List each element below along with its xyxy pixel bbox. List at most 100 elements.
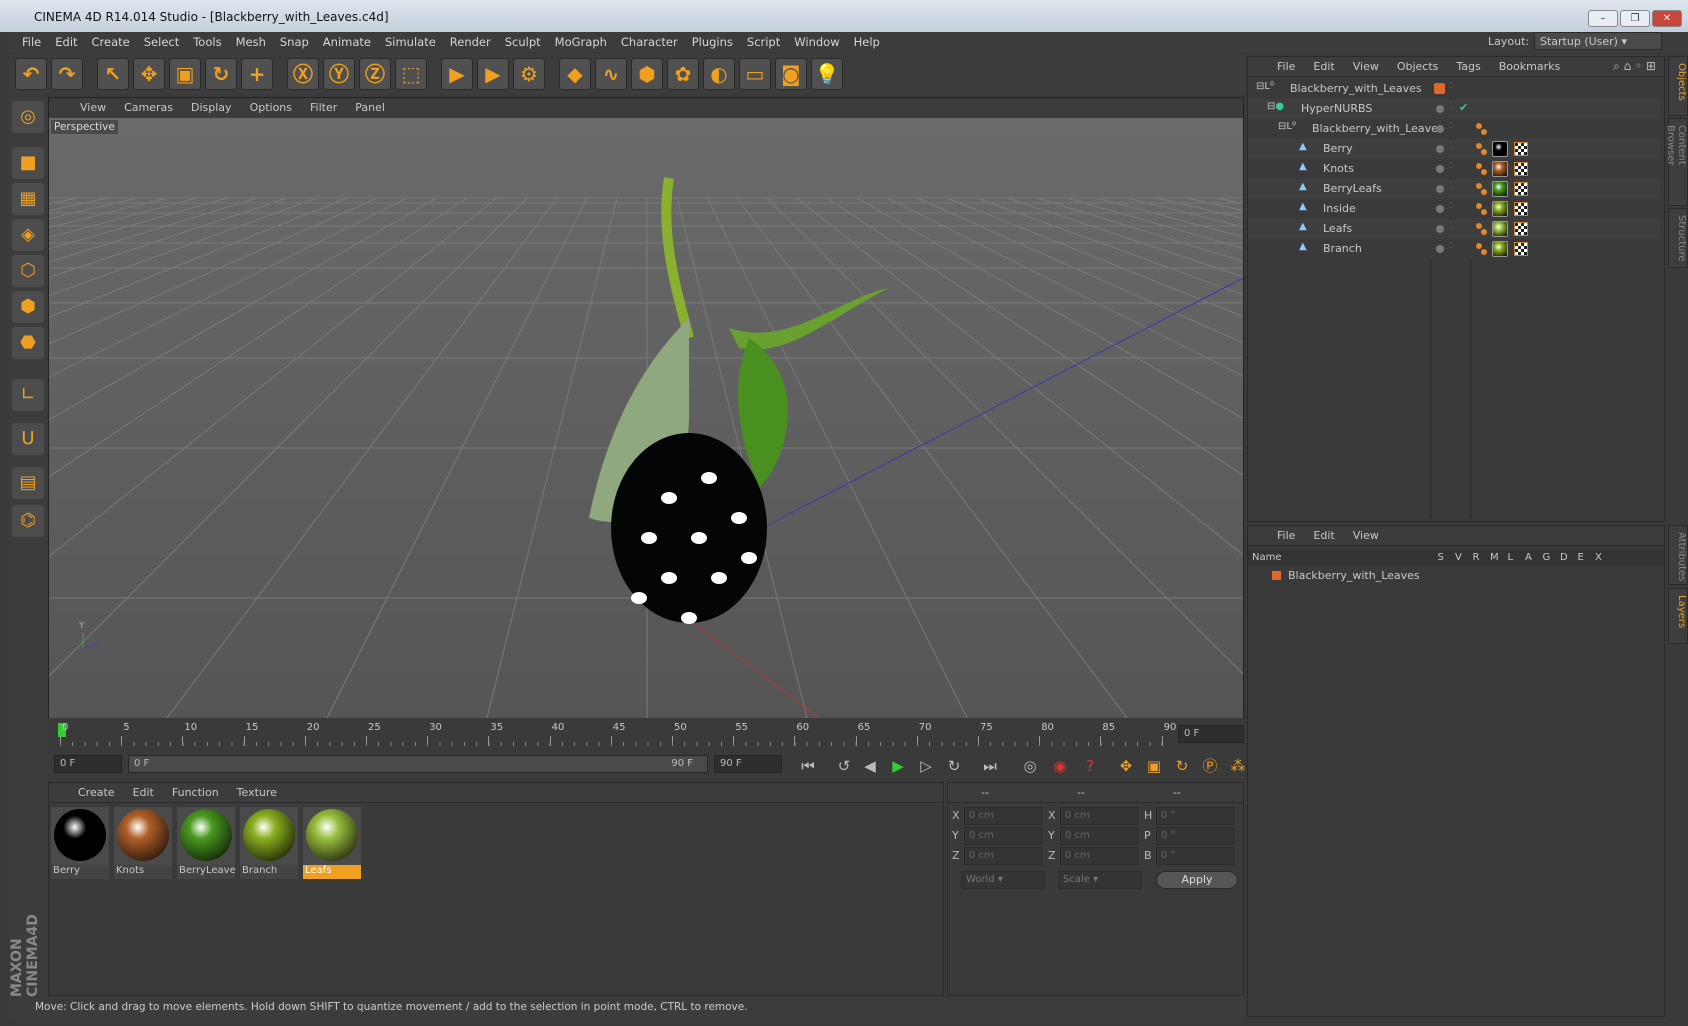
menu-simulate[interactable]: Simulate	[378, 32, 443, 52]
phong-tag-icon[interactable]	[1476, 123, 1482, 129]
render-dot[interactable]: ⁚	[1450, 201, 1453, 210]
material-menu-function[interactable]: Function	[163, 783, 228, 802]
material-knots[interactable]: Knots	[114, 807, 172, 879]
lock-workplane-icon[interactable]: ▤	[12, 467, 44, 499]
menu-edit[interactable]: Edit	[48, 32, 84, 52]
apply-button[interactable]: Apply	[1156, 871, 1238, 889]
object-row[interactable]: ▲ Leafs ⁚	[1248, 219, 1660, 239]
object-row[interactable]: ▲ Berry ⁚	[1248, 139, 1660, 159]
close-button[interactable]: ✕	[1652, 10, 1682, 27]
coord-field-z[interactable]: 0 cm	[964, 847, 1042, 865]
current-frame-field[interactable]: 0 F	[1178, 725, 1244, 743]
render-dot[interactable]: ⁚	[1450, 161, 1453, 170]
light-icon[interactable]: 💡	[811, 58, 843, 90]
play-icon[interactable]: ▶	[886, 755, 910, 777]
object-row[interactable]: ▲ Branch ⁚	[1248, 239, 1660, 259]
phong-tag-icon[interactable]	[1476, 163, 1482, 169]
model-mode-icon[interactable]: ■	[12, 147, 44, 179]
goto-start-icon[interactable]: ⏮	[796, 755, 820, 777]
object-menu-bookmarks[interactable]: Bookmarks	[1490, 57, 1569, 76]
keyframe-selection-icon[interactable]: ?	[1078, 755, 1102, 777]
layer-color-tag[interactable]	[1434, 83, 1445, 94]
phong-tag-icon[interactable]	[1476, 203, 1482, 209]
record-keys-icon[interactable]: ◎	[1018, 755, 1042, 777]
uvw-tag-icon[interactable]	[1514, 202, 1528, 216]
coord-system-select[interactable]: World ▾	[961, 871, 1045, 889]
object-row[interactable]: ▲ Inside ⁚	[1248, 199, 1660, 219]
layer-column-e[interactable]: E	[1578, 552, 1584, 563]
camera-icon[interactable]: ◙	[775, 58, 807, 90]
material-tag-icon[interactable]	[1492, 201, 1508, 217]
material-branch[interactable]: Branch	[240, 807, 298, 879]
viewport-menu-view[interactable]: View	[71, 98, 115, 118]
undo-icon[interactable]: ↶	[15, 58, 47, 90]
layer-column-v[interactable]: V	[1455, 552, 1462, 563]
z-axis-icon[interactable]: Ⓩ	[359, 58, 391, 90]
coord-field-x[interactable]: 0 cm	[1060, 807, 1138, 825]
maximize-button[interactable]: ❐	[1620, 10, 1650, 27]
nurbs-icon[interactable]: ⬢	[631, 58, 663, 90]
phong-tag-icon[interactable]	[1476, 223, 1482, 229]
visibility-dot[interactable]	[1436, 205, 1444, 213]
prev-frame-icon[interactable]: ◀	[858, 755, 882, 777]
workplane-icon[interactable]: ◈	[12, 219, 44, 251]
layer-menu-view[interactable]: View	[1344, 526, 1388, 545]
coord-field-y[interactable]: 0 cm	[1060, 827, 1138, 845]
axis-mode-icon[interactable]: ∟	[12, 379, 44, 411]
material-berryleave[interactable]: BerryLeave	[177, 807, 235, 879]
material-tag-icon[interactable]	[1492, 221, 1508, 237]
render-picture-icon[interactable]: ▶	[477, 58, 509, 90]
world-coord-icon[interactable]: ⬚	[395, 58, 427, 90]
layer-menu-file[interactable]: File	[1268, 526, 1304, 545]
material-menu-create[interactable]: Create	[69, 783, 124, 802]
redo-icon[interactable]: ↷	[51, 58, 83, 90]
object-row[interactable]: ⊟L⁰ Blackberry_with_Leaves ⁚	[1248, 119, 1660, 139]
viewport-menu-cameras[interactable]: Cameras	[115, 98, 182, 118]
render-dot[interactable]: ⁚	[1450, 81, 1453, 90]
phong-tag-icon[interactable]	[1476, 243, 1482, 249]
viewport-menu-options[interactable]: Options	[241, 98, 301, 118]
menu-render[interactable]: Render	[443, 32, 498, 52]
points-mode-icon[interactable]: ⬡	[12, 255, 44, 287]
uvw-tag-icon[interactable]	[1514, 242, 1528, 256]
object-row[interactable]: ⊟L⁰ Blackberry_with_Leaves ⁚	[1248, 79, 1660, 99]
visibility-dot[interactable]	[1436, 145, 1444, 153]
visibility-dot[interactable]	[1436, 225, 1444, 233]
object-menu-edit[interactable]: Edit	[1304, 57, 1343, 76]
move-icon[interactable]: ✥	[133, 58, 165, 90]
frame-range-slider[interactable]: 0 F 90 F	[128, 755, 708, 773]
key-position-icon[interactable]: ✥	[1114, 755, 1138, 777]
material-menu-texture[interactable]: Texture	[228, 783, 286, 802]
render-dot[interactable]: ⁚	[1450, 221, 1453, 230]
cube-icon[interactable]: ◆	[559, 58, 591, 90]
menu-tools[interactable]: Tools	[186, 32, 228, 52]
spline-icon[interactable]: ∿	[595, 58, 627, 90]
side-tab-attributes[interactable]: Attributes	[1668, 525, 1688, 585]
layer-column-m[interactable]: M	[1490, 552, 1499, 563]
start-frame-field[interactable]: 0 F	[54, 755, 122, 773]
y-axis-icon[interactable]: Ⓨ	[323, 58, 355, 90]
viewport-menu-panel[interactable]: Panel	[346, 98, 394, 118]
material-menu-edit[interactable]: Edit	[124, 783, 163, 802]
object-row[interactable]: ▲ BerryLeafs ⁚	[1248, 179, 1660, 199]
menu-character[interactable]: Character	[614, 32, 685, 52]
viewport[interactable]: View Cameras Display Options Filter Panel Y P…	[48, 97, 1244, 718]
render-dot[interactable]: ⁚	[1450, 141, 1453, 150]
polygons-mode-icon[interactable]: ⬣	[12, 327, 44, 359]
coord-field-z[interactable]: 0 cm	[1060, 847, 1138, 865]
autokey-icon[interactable]: ◉	[1048, 755, 1072, 777]
material-tag-icon[interactable]	[1492, 161, 1508, 177]
next-frame-icon[interactable]: ▷	[914, 755, 938, 777]
menu-mesh[interactable]: Mesh	[229, 32, 273, 52]
uvw-tag-icon[interactable]	[1514, 222, 1528, 236]
object-menu-file[interactable]: File	[1268, 57, 1304, 76]
scale-icon[interactable]: ▣	[169, 58, 201, 90]
search-icon[interactable]: ⌕ ⌂ ◦ ⊞	[1613, 59, 1656, 74]
material-berry[interactable]: Berry	[51, 807, 109, 879]
material-tag-icon[interactable]	[1492, 181, 1508, 197]
visibility-dot[interactable]	[1436, 245, 1444, 253]
layer-column-x[interactable]: X	[1595, 552, 1602, 563]
visibility-dot[interactable]	[1436, 185, 1444, 193]
menu-help[interactable]: Help	[847, 32, 887, 52]
menu-file[interactable]: File	[15, 32, 48, 52]
